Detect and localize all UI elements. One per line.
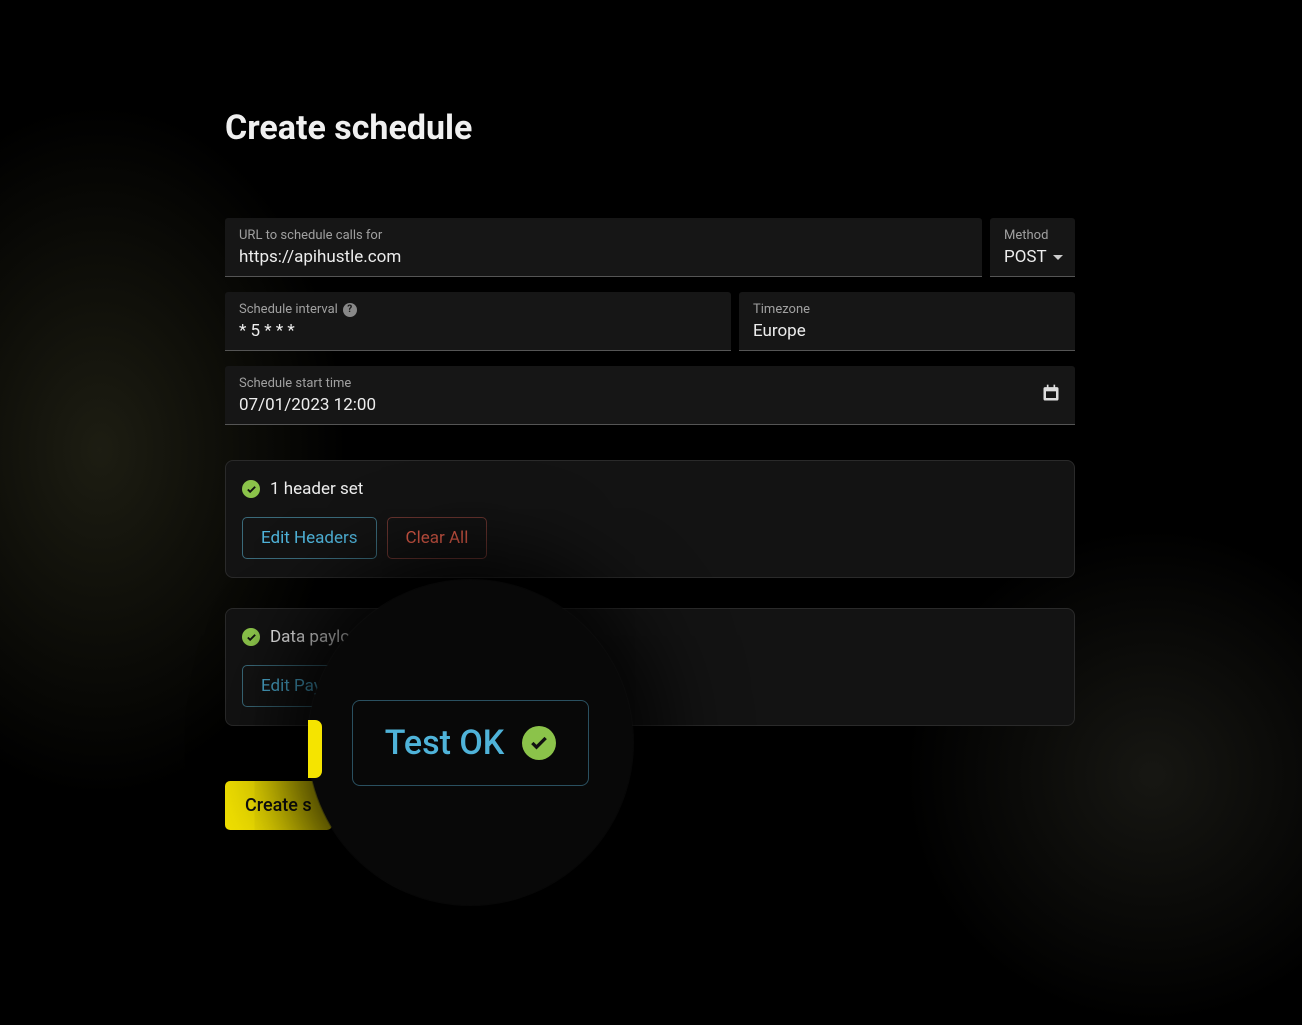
url-value: https://apihustle.com	[239, 247, 968, 267]
method-value: POST	[1004, 247, 1047, 267]
timezone-field[interactable]: Timezone Europe	[739, 292, 1075, 351]
timezone-label: Timezone	[753, 302, 1061, 317]
url-label: URL to schedule calls for	[239, 228, 968, 243]
check-icon	[242, 628, 260, 646]
help-icon[interactable]: ?	[343, 303, 357, 317]
check-icon	[522, 726, 556, 760]
create-button-edge	[308, 720, 322, 778]
clear-headers-button[interactable]: Clear All	[387, 517, 488, 559]
starttime-label: Schedule start time	[239, 376, 1061, 391]
page-title: Create schedule	[225, 108, 1075, 148]
chevron-down-icon	[1053, 255, 1063, 260]
headers-status: 1 header set	[270, 479, 363, 499]
method-label: Method	[1004, 228, 1061, 243]
test-ok-button[interactable]: Test OK	[352, 700, 590, 786]
method-select[interactable]: Method POST	[990, 218, 1075, 277]
interval-label: Schedule interval ?	[239, 302, 717, 317]
interval-field[interactable]: Schedule interval ? * 5 * * *	[225, 292, 731, 351]
starttime-field[interactable]: Schedule start time 07/01/2023 12:00	[225, 366, 1075, 425]
url-field[interactable]: URL to schedule calls for https://apihus…	[225, 218, 982, 277]
magnifier-overlay: Test OK	[308, 580, 633, 905]
test-ok-label: Test OK	[385, 723, 505, 763]
check-icon	[242, 480, 260, 498]
starttime-value: 07/01/2023 12:00	[239, 395, 1061, 415]
timezone-value: Europe	[753, 321, 1061, 341]
edit-headers-button[interactable]: Edit Headers	[242, 517, 377, 559]
headers-card: 1 header set Edit Headers Clear All	[225, 460, 1075, 578]
calendar-icon[interactable]	[1041, 383, 1061, 407]
interval-value: * 5 * * *	[239, 321, 717, 341]
